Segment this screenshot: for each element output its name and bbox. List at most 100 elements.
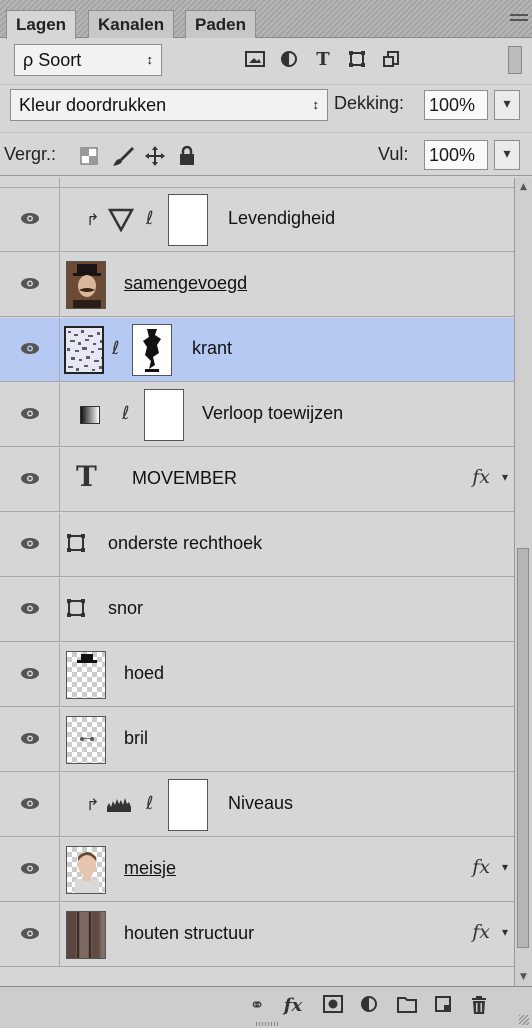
panel-menu-icon[interactable]: [510, 14, 528, 26]
visibility-toggle[interactable]: [0, 383, 60, 446]
layer-name: snor: [108, 598, 144, 618]
layer-row[interactable]: snor: [0, 578, 514, 642]
expand-effects-icon[interactable]: ▾: [502, 860, 508, 874]
tab-layers[interactable]: Lagen: [6, 10, 77, 39]
layer-row[interactable]: T MOVEMBER fx ▾: [0, 448, 514, 512]
chain-link-icon[interactable]: ℓ: [122, 403, 129, 424]
layer-effects-icon[interactable]: fx: [472, 921, 490, 943]
opacity-dropdown-button[interactable]: ▾: [494, 90, 520, 120]
layers-footer-toolbar: ⚭ fx: [0, 986, 532, 1028]
visibility-toggle[interactable]: [0, 773, 60, 836]
layer-filter-row: ρ Soort ↕ T: [0, 42, 532, 78]
lock-transparent-pixels-icon[interactable]: [80, 147, 98, 165]
layer-thumbnail[interactable]: [66, 261, 106, 309]
blend-mode-select[interactable]: Kleur doordrukken ↕: [10, 89, 328, 121]
eye-icon: [21, 928, 39, 939]
expand-effects-icon[interactable]: ▾: [502, 470, 508, 484]
layer-row[interactable]: bril: [0, 708, 514, 772]
filter-toggle-switch[interactable]: [508, 46, 522, 74]
opacity-label: Dekking:: [334, 93, 405, 113]
vibrance-icon: [108, 208, 134, 232]
lock-position-icon[interactable]: [144, 145, 166, 167]
new-layer-icon[interactable]: [432, 995, 454, 1017]
shape-layer-icon: [67, 534, 85, 552]
layer-row[interactable]: meisje fx ▾: [0, 838, 514, 902]
eye-icon: [21, 473, 39, 484]
layer-thumbnail[interactable]: [64, 326, 104, 374]
visibility-toggle[interactable]: [0, 903, 60, 966]
delete-layer-icon[interactable]: [468, 995, 490, 1017]
chain-link-icon[interactable]: ℓ: [146, 208, 153, 229]
fill-input[interactable]: 100%: [424, 140, 488, 170]
shape-layer-icon: [67, 599, 85, 617]
visibility-toggle[interactable]: [0, 188, 60, 251]
filter-kind-select[interactable]: ρ Soort ↕: [14, 44, 162, 76]
layer-row[interactable]: hoed: [0, 643, 514, 707]
layers-panel: Lagen Kanalen Paden ρ Soort ↕ T Kleur do…: [0, 0, 532, 1028]
layer-row[interactable]: ℓ Verloop toewijzen: [0, 383, 514, 447]
new-adjustment-layer-icon[interactable]: [358, 995, 380, 1017]
layer-thumbnail[interactable]: [66, 846, 106, 894]
layer-row[interactable]: samengevoegd: [0, 253, 514, 317]
visibility-toggle[interactable]: [0, 838, 60, 901]
layer-thumbnail[interactable]: [66, 716, 106, 764]
expand-effects-icon[interactable]: ▾: [502, 925, 508, 939]
layer-name: Niveaus: [228, 793, 294, 813]
layer-thumbnail[interactable]: [66, 651, 106, 699]
tab-channels[interactable]: Kanalen: [88, 10, 175, 38]
layers-list: ↱ ℓ Levendigheid samengevoegd ℓ krant ℓ …: [0, 178, 532, 986]
corner-resize-icon[interactable]: [519, 1015, 529, 1025]
blend-mode-value: Kleur doordrukken: [19, 95, 167, 115]
clipping-arrow-icon: ↱: [86, 795, 100, 814]
fill-dropdown-button[interactable]: ▾: [494, 140, 520, 170]
chain-link-icon[interactable]: ℓ: [112, 338, 119, 359]
visibility-toggle[interactable]: [0, 643, 60, 706]
layer-mask-thumbnail[interactable]: [144, 389, 184, 441]
layer-thumbnail[interactable]: [66, 911, 106, 959]
layer-effects-icon[interactable]: fx: [472, 466, 490, 488]
type-layer-icon: T: [76, 460, 97, 493]
layer-mask-thumbnail[interactable]: [168, 194, 208, 246]
visibility-toggle[interactable]: [0, 448, 60, 511]
image-filter-icon[interactable]: [244, 50, 266, 70]
stepper-icon: ↕: [146, 52, 154, 67]
panel-tab-bar: Lagen Kanalen Paden: [0, 0, 532, 39]
layer-row[interactable]: houten structuur fx ▾: [0, 903, 514, 967]
visibility-toggle[interactable]: [0, 578, 60, 641]
scroll-down-arrow-icon[interactable]: ▼: [515, 968, 532, 986]
new-group-icon[interactable]: [396, 995, 418, 1017]
layer-row[interactable]: ↱ ℓ Levendigheid: [0, 188, 514, 252]
layer-row-partial[interactable]: [0, 178, 514, 188]
layer-name: onderste rechthoek: [108, 533, 263, 553]
smart-object-filter-icon[interactable]: [380, 50, 402, 70]
resize-grip-icon[interactable]: [256, 1022, 278, 1026]
lock-all-icon[interactable]: [178, 145, 196, 167]
layer-row-selected[interactable]: ℓ krant: [0, 318, 514, 382]
visibility-toggle[interactable]: [0, 513, 60, 576]
fill-label: Vul:: [378, 144, 409, 164]
scroll-up-arrow-icon[interactable]: ▲: [515, 178, 532, 196]
layer-mask-thumbnail[interactable]: [168, 779, 208, 831]
lock-image-pixels-icon[interactable]: [112, 145, 134, 167]
visibility-toggle[interactable]: [0, 708, 60, 771]
adjustment-filter-icon[interactable]: [278, 50, 300, 70]
visibility-toggle[interactable]: [0, 318, 60, 381]
chain-link-icon[interactable]: ℓ: [146, 793, 153, 814]
layer-mask-thumbnail[interactable]: [132, 324, 172, 376]
tab-paths[interactable]: Paden: [185, 10, 257, 38]
add-mask-icon[interactable]: [322, 995, 344, 1017]
add-layer-style-icon[interactable]: fx: [282, 995, 304, 1017]
layer-effects-icon[interactable]: fx: [472, 856, 490, 878]
opacity-input[interactable]: 100%: [424, 90, 488, 120]
layers-scrollbar[interactable]: ▲ ▼: [514, 178, 532, 986]
visibility-toggle[interactable]: [0, 253, 60, 316]
eye-icon: [21, 668, 39, 679]
scrollbar-thumb[interactable]: [517, 548, 529, 948]
shape-filter-icon[interactable]: [346, 50, 368, 70]
layer-row[interactable]: ↱ ℓ Niveaus: [0, 773, 514, 837]
link-layers-icon[interactable]: ⚭: [246, 995, 268, 1017]
type-filter-icon[interactable]: T: [312, 50, 334, 70]
layer-name: bril: [124, 728, 149, 748]
layer-name: MOVEMBER: [132, 468, 238, 488]
layer-row[interactable]: onderste rechthoek: [0, 513, 514, 577]
